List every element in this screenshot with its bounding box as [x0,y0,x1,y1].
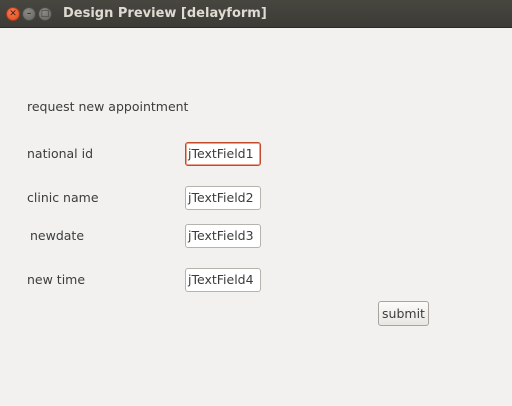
window-title: Design Preview [delayform] [63,6,267,21]
close-window-button[interactable]: ✕ [6,7,20,21]
maximize-icon: □ [40,8,50,19]
new-time-label: new time [27,272,86,287]
national-id-label: national id [27,146,94,161]
clinic-name-field[interactable]: jTextField2 [185,186,261,210]
form-heading: request new appointment [27,99,189,114]
submit-button[interactable]: submit [378,301,429,326]
newdate-field[interactable]: jTextField3 [185,224,261,248]
close-icon: ✕ [9,8,17,19]
maximize-window-button[interactable]: □ [38,7,52,21]
national-id-field[interactable]: jTextField1 [185,142,261,166]
new-time-field[interactable]: jTextField4 [185,268,261,292]
minimize-icon: – [26,8,32,19]
clinic-name-label: clinic name [27,190,99,205]
window-titlebar: ✕ – □ Design Preview [delayform] [0,0,512,28]
newdate-label: newdate [30,228,85,243]
minimize-window-button[interactable]: – [22,7,36,21]
